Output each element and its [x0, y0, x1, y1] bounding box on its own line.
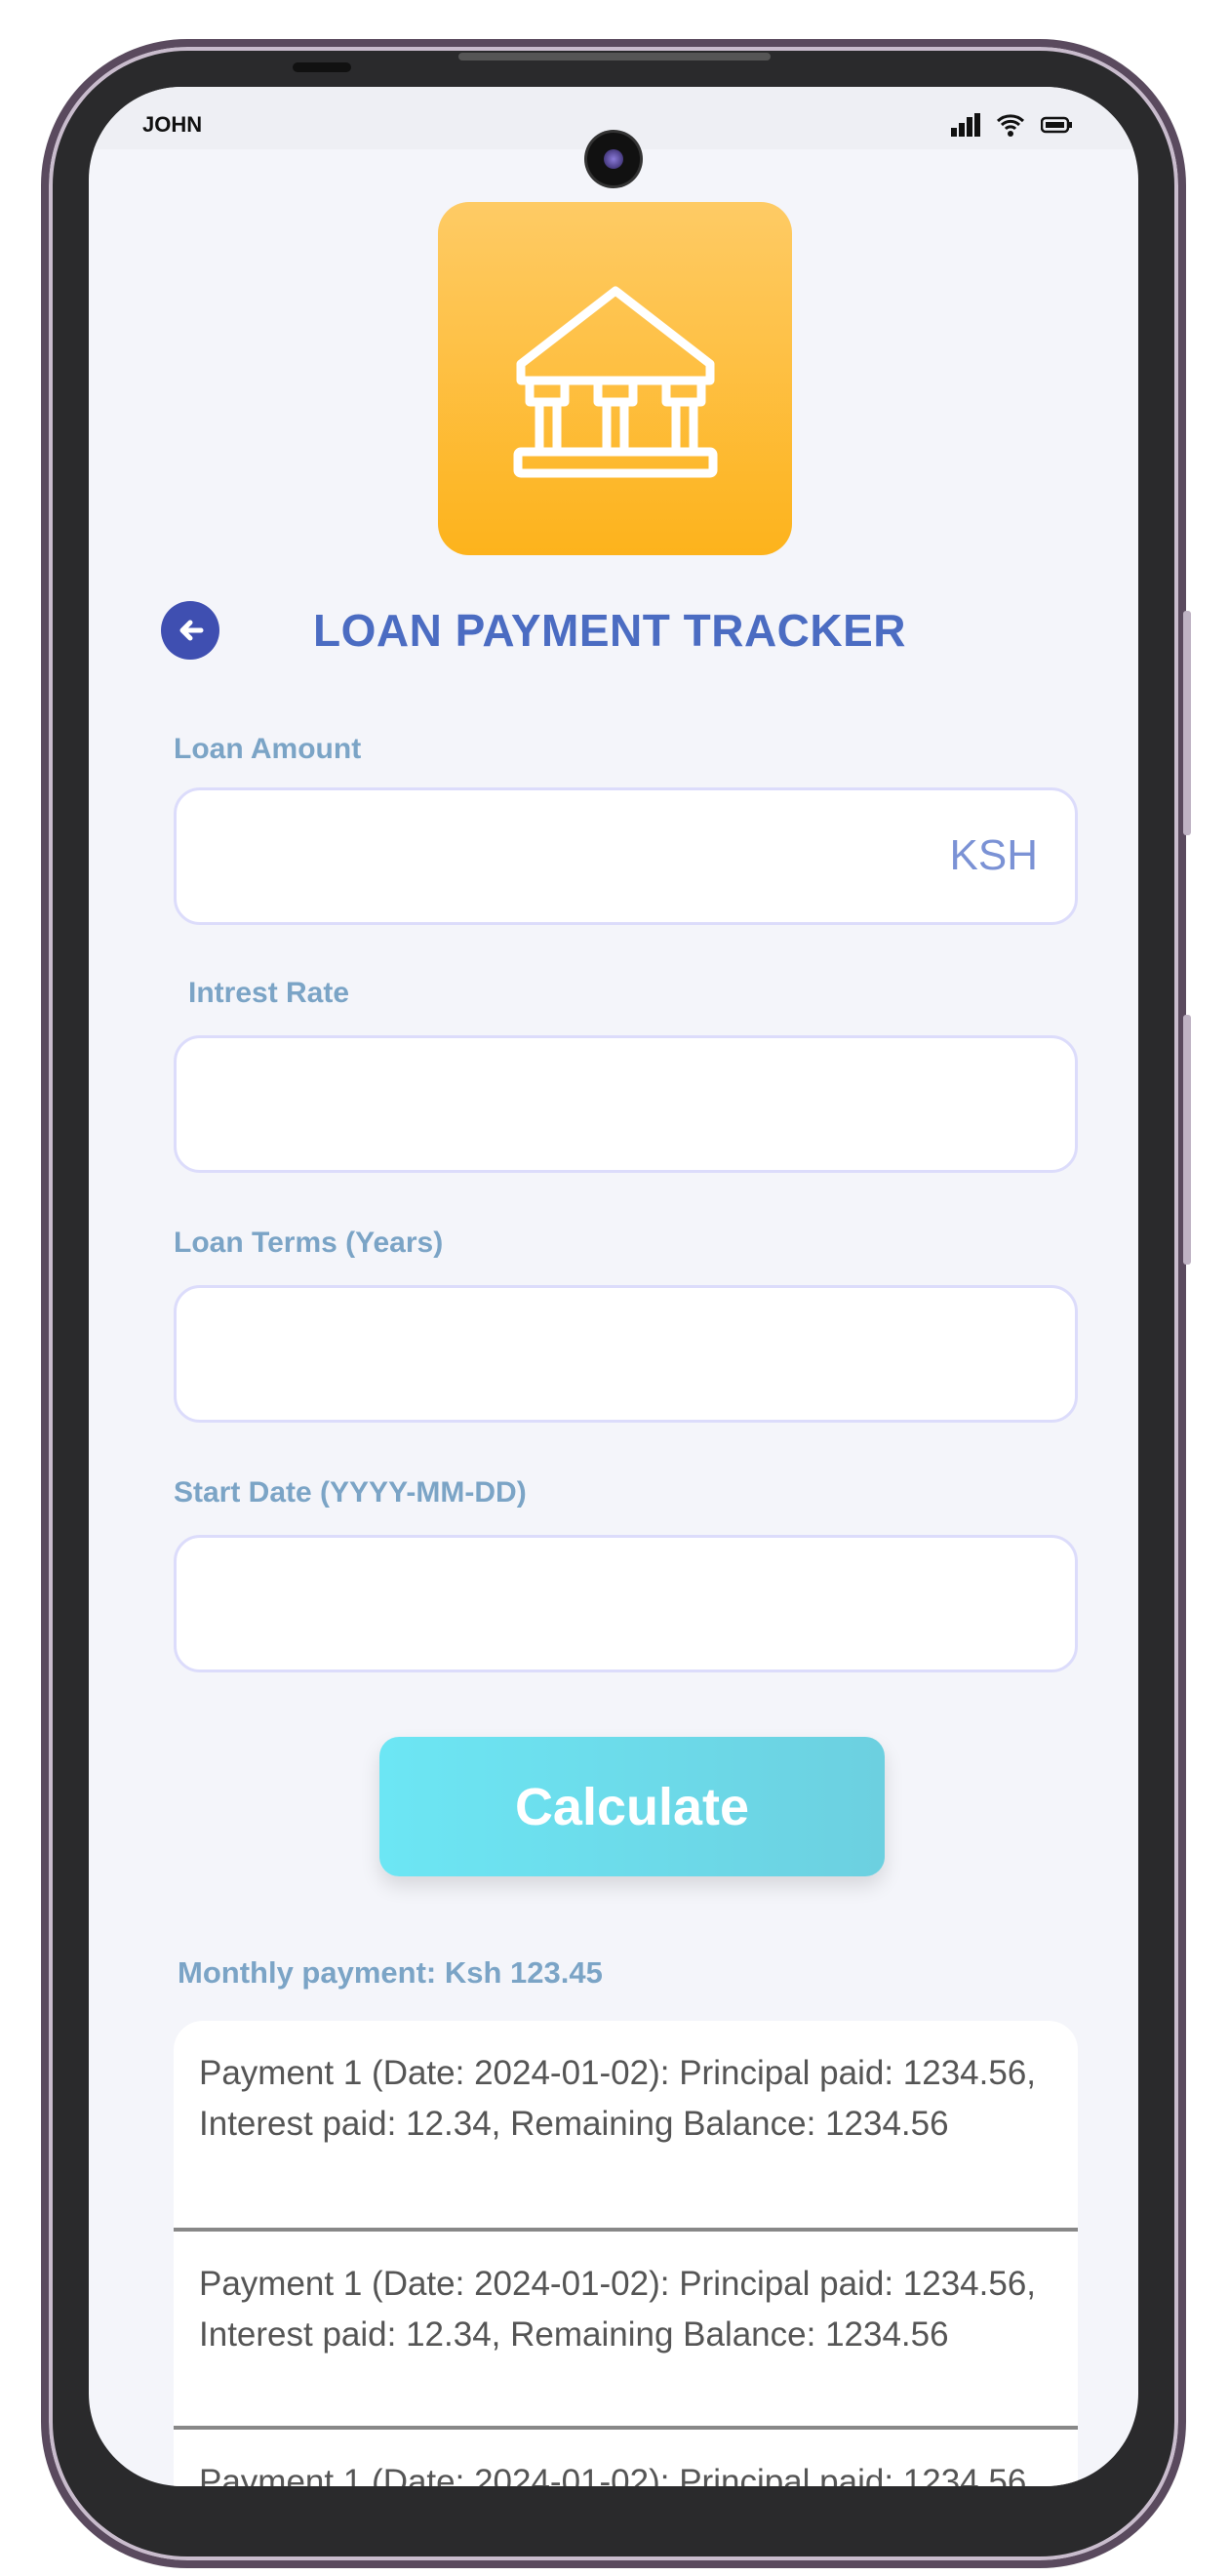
monthly-payment: Monthly payment: Ksh 123.45 — [178, 1955, 603, 1990]
power-button — [1183, 1015, 1191, 1265]
loan-amount-label: Loan Amount — [174, 733, 362, 765]
list-item: Payment 1 (Date: 2024-01-02): Principal … — [174, 2232, 1078, 2430]
bank-icon — [513, 286, 717, 478]
back-button[interactable] — [161, 601, 219, 660]
wifi-icon — [996, 114, 1025, 137]
interest-rate-label: Intrest Rate — [188, 977, 350, 1009]
loan-terms-label: Loan Terms (Years) — [174, 1227, 444, 1259]
bank-logo — [438, 202, 792, 555]
volume-button — [1183, 611, 1191, 835]
payment-schedule-list[interactable]: Payment 1 (Date: 2024-01-02): Principal … — [174, 2021, 1078, 2486]
arrow-left-icon — [179, 620, 204, 641]
calculate-button[interactable]: Calculate — [379, 1737, 885, 1876]
carrier-name: JOHN — [142, 112, 203, 137]
list-item: Payment 1 (Date: 2024-01-02): Principal … — [174, 2021, 1078, 2232]
start-date-input[interactable] — [174, 1535, 1078, 1672]
start-date-label: Start Date (YYYY-MM-DD) — [174, 1476, 527, 1509]
front-camera — [587, 133, 640, 185]
battery-icon — [1041, 116, 1072, 134]
loan-amount-input[interactable]: KSH — [174, 787, 1078, 925]
loan-terms-input[interactable] — [174, 1285, 1078, 1423]
page-title: LOAN PAYMENT TRACKER — [313, 605, 907, 656]
sensor — [293, 62, 351, 72]
interest-rate-input[interactable] — [174, 1035, 1078, 1173]
speaker — [458, 53, 771, 60]
signal-icon — [951, 113, 980, 137]
list-item: Payment 1 (Date: 2024-01-02): Principal … — [174, 2430, 1078, 2486]
currency-suffix: KSH — [949, 831, 1038, 879]
screen: JOHN LOAN PAYMENT TRACKER Loan Amount KS… — [89, 87, 1138, 2486]
